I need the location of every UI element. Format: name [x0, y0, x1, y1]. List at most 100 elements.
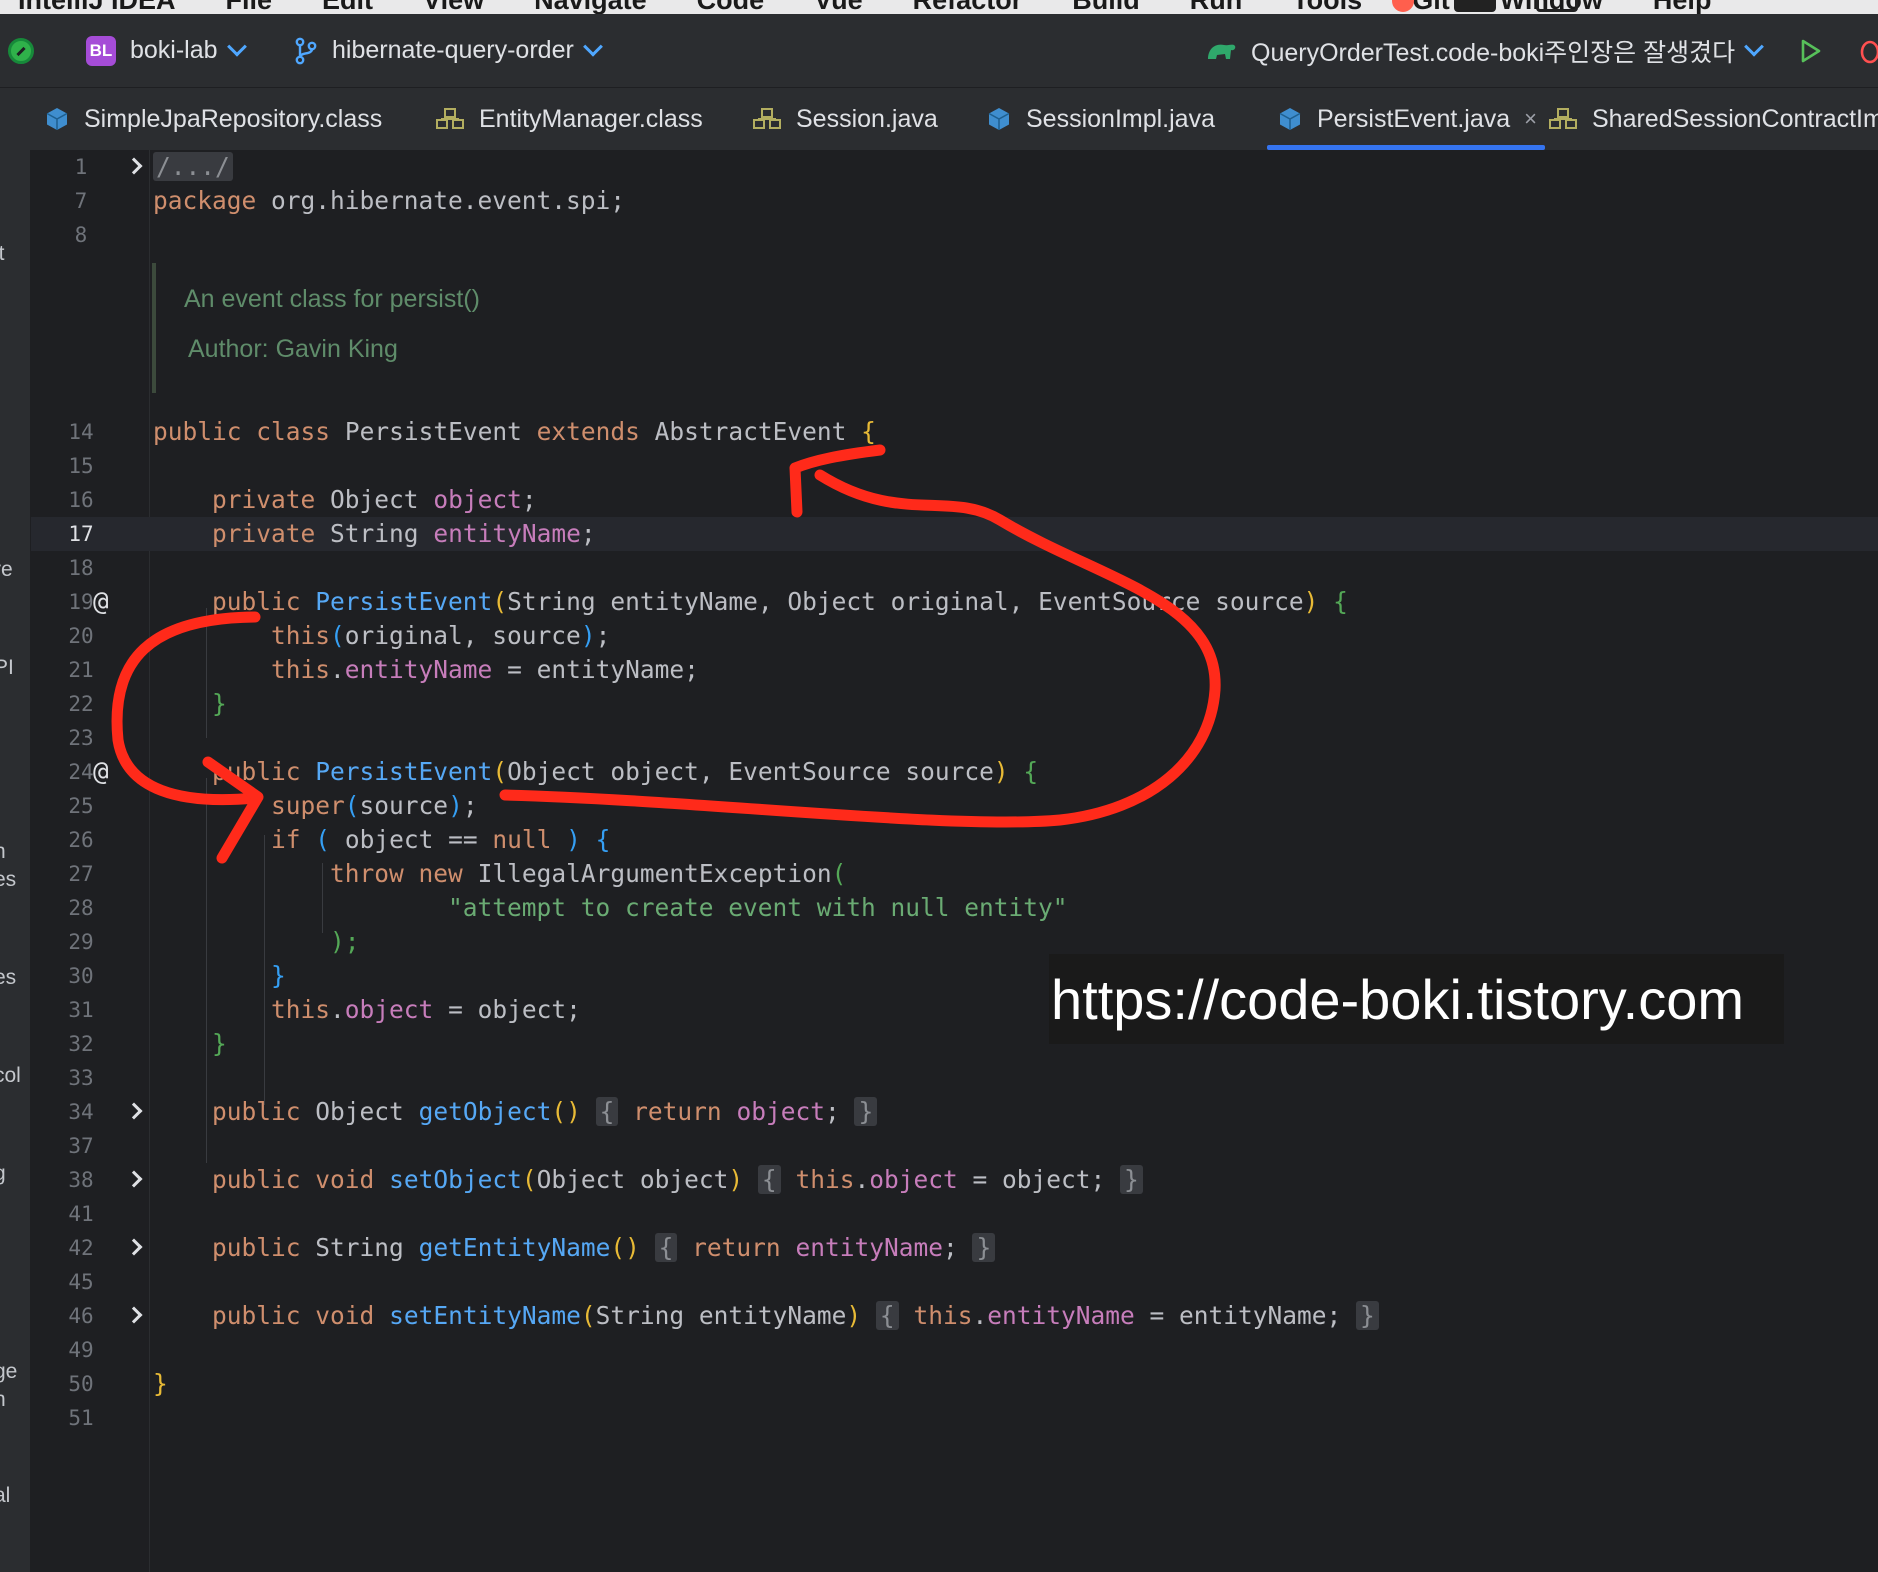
- current-code-line: 17 private String entityName;: [31, 517, 1878, 551]
- chevron-down-icon: [226, 36, 247, 57]
- javadoc-description: An event class for persist(): [184, 285, 480, 313]
- run-config-selector[interactable]: QueryOrderTest.code-boki주인장은 잘생겼다: [1205, 14, 1765, 87]
- code-line: 33: [68, 1066, 94, 1090]
- code-line: 21 this.entityName = entityName;: [68, 655, 699, 684]
- chevron-down-icon: [582, 36, 603, 57]
- fold-expand-icon[interactable]: [125, 157, 143, 175]
- tool-window-label[interactable]: g: [0, 1162, 6, 1186]
- tab-persistevent[interactable]: PersistEvent.java ×: [1267, 88, 1545, 150]
- code-line: 27 throw new IllegalArgumentException(: [68, 859, 847, 888]
- fold-expand-icon[interactable]: [125, 1170, 143, 1188]
- fold-expand-icon[interactable]: [125, 1102, 143, 1120]
- code-line: 42 public String getEntityName() { retur…: [31, 1231, 1878, 1265]
- branch-icon: [294, 37, 318, 65]
- interface-icon: [435, 107, 465, 131]
- tool-window-label[interactable]: ge: [0, 1360, 17, 1384]
- status-check-icon[interactable]: [8, 14, 34, 87]
- code-line: 18: [68, 556, 94, 580]
- project-name: boki-lab: [130, 36, 218, 64]
- notification-icon[interactable]: [1392, 0, 1414, 12]
- code-line: 7 package org.hibernate.event.spi;: [74, 186, 626, 215]
- code-line: 46 public void setEntityName(String enti…: [31, 1299, 1878, 1333]
- code-line: 38 public void setObject(Object object) …: [31, 1163, 1878, 1197]
- class-cube-icon: [986, 106, 1012, 132]
- menu-edit[interactable]: Edit: [322, 0, 373, 14]
- fold-expand-icon[interactable]: [125, 1306, 143, 1324]
- code-line: 20 this(original, source);: [68, 621, 611, 650]
- tool-window-label[interactable]: re: [0, 558, 13, 582]
- menu-tools[interactable]: Tools: [1292, 0, 1362, 14]
- code-line: 34 public Object getObject() { return ob…: [31, 1095, 1878, 1129]
- run-icon[interactable]: [1800, 14, 1822, 87]
- code-line: 51: [68, 1406, 94, 1430]
- code-line: 28 "attempt to create event with null en…: [68, 893, 1068, 922]
- gradle-elephant-icon: [1205, 39, 1237, 63]
- code-line: 26 if ( object == null ) {: [68, 825, 611, 854]
- code-line: 49: [68, 1338, 94, 1362]
- code-line: 19 @ public PersistEvent(String entityNa…: [68, 585, 1348, 619]
- menu-file[interactable]: File: [226, 0, 273, 14]
- tool-window-label[interactable]: es: [0, 868, 16, 892]
- code-line: 37: [68, 1134, 94, 1158]
- tool-window-label[interactable]: n: [0, 840, 6, 864]
- class-cube-icon: [44, 106, 70, 132]
- watermark-url: https://code-boki.tistory.com: [1049, 954, 1784, 1044]
- menubar-status-icons: [1392, 0, 1578, 12]
- editor-tabs: SimpleJpaRepository.class EntityManager.…: [30, 88, 1878, 151]
- menu-code[interactable]: Code: [697, 0, 765, 14]
- code-line: 22 }: [68, 689, 227, 718]
- javadoc-author: Author: Gavin King: [188, 335, 398, 363]
- tab-sessionimpl[interactable]: SessionImpl.java: [986, 88, 1215, 150]
- overrides-marker-icon[interactable]: @: [93, 585, 109, 619]
- code-line: 16 private Object object;: [68, 485, 537, 514]
- input-source-icon[interactable]: [1454, 0, 1496, 12]
- tool-window-label[interactable]: n: [0, 1388, 6, 1412]
- run-config-name: QueryOrderTest.code-boki주인장은 잘생겼다: [1251, 38, 1736, 67]
- code-line: 14 public class PersistEvent extends Abs…: [68, 417, 876, 446]
- tab-entitymanager[interactable]: EntityManager.class: [435, 88, 703, 150]
- tab-simplejparepository[interactable]: SimpleJpaRepository.class: [44, 88, 382, 150]
- folded-header[interactable]: /.../: [153, 152, 233, 181]
- project-selector[interactable]: BL boki-lab: [86, 14, 247, 87]
- tab-sharedsessioncontractimpl[interactable]: SharedSessionContractIm: [1548, 88, 1878, 150]
- code-line: 8: [74, 223, 88, 247]
- branch-selector[interactable]: hibernate-query-order: [294, 14, 603, 87]
- menu-vue[interactable]: Vue: [814, 0, 863, 14]
- branch-name: hibernate-query-order: [332, 36, 574, 64]
- menu-help[interactable]: Help: [1653, 0, 1712, 14]
- tool-window-label[interactable]: col: [0, 1064, 21, 1088]
- rendered-javadoc[interactable]: An event class for persist() Author: Gav…: [152, 263, 856, 393]
- tool-window-label[interactable]: PI: [0, 656, 14, 680]
- debug-icon[interactable]: [1858, 14, 1878, 87]
- code-editor[interactable]: 1 /.../ 7 package org.hibernate.event.sp…: [31, 150, 1878, 1572]
- main-toolbar: BL boki-lab hibernate-query-order QueryO…: [0, 14, 1878, 88]
- tool-window-label[interactable]: al: [0, 1484, 10, 1508]
- code-line: 15: [68, 454, 94, 478]
- code-line: 50 }: [68, 1369, 168, 1398]
- fold-expand-icon[interactable]: [125, 1238, 143, 1256]
- menu-view[interactable]: View: [423, 0, 484, 14]
- class-cube-icon: [1277, 106, 1303, 132]
- chevron-down-icon: [1744, 36, 1765, 57]
- code-line: 23: [68, 726, 94, 750]
- interface-icon: [1548, 107, 1578, 131]
- battery-icon[interactable]: [1536, 0, 1578, 12]
- tool-window-label[interactable]: it: [0, 242, 5, 266]
- interface-icon: [752, 107, 782, 131]
- left-tool-strip: t it t re PI n es es col g ge n al: [0, 88, 31, 1572]
- menu-build[interactable]: Build: [1072, 0, 1140, 14]
- project-badge: BL: [86, 35, 116, 66]
- menu-app[interactable]: IntelliJ IDEA: [18, 0, 176, 14]
- code-line: 41: [68, 1202, 94, 1226]
- code-line: 24 @ public PersistEvent(Object object, …: [68, 755, 1039, 789]
- overrides-marker-icon[interactable]: @: [93, 755, 109, 789]
- menu-run[interactable]: Run: [1190, 0, 1242, 14]
- tool-window-label[interactable]: es: [0, 966, 16, 990]
- menu-refactor[interactable]: Refactor: [913, 0, 1023, 14]
- tab-session[interactable]: Session.java: [752, 88, 938, 150]
- menu-navigate[interactable]: Navigate: [534, 0, 647, 14]
- code-line: 45: [68, 1270, 94, 1294]
- close-icon[interactable]: ×: [1524, 106, 1537, 132]
- code-line: 1 /.../: [31, 150, 1878, 184]
- macos-menubar: IntelliJ IDEA File Edit View Navigate Co…: [0, 0, 1878, 14]
